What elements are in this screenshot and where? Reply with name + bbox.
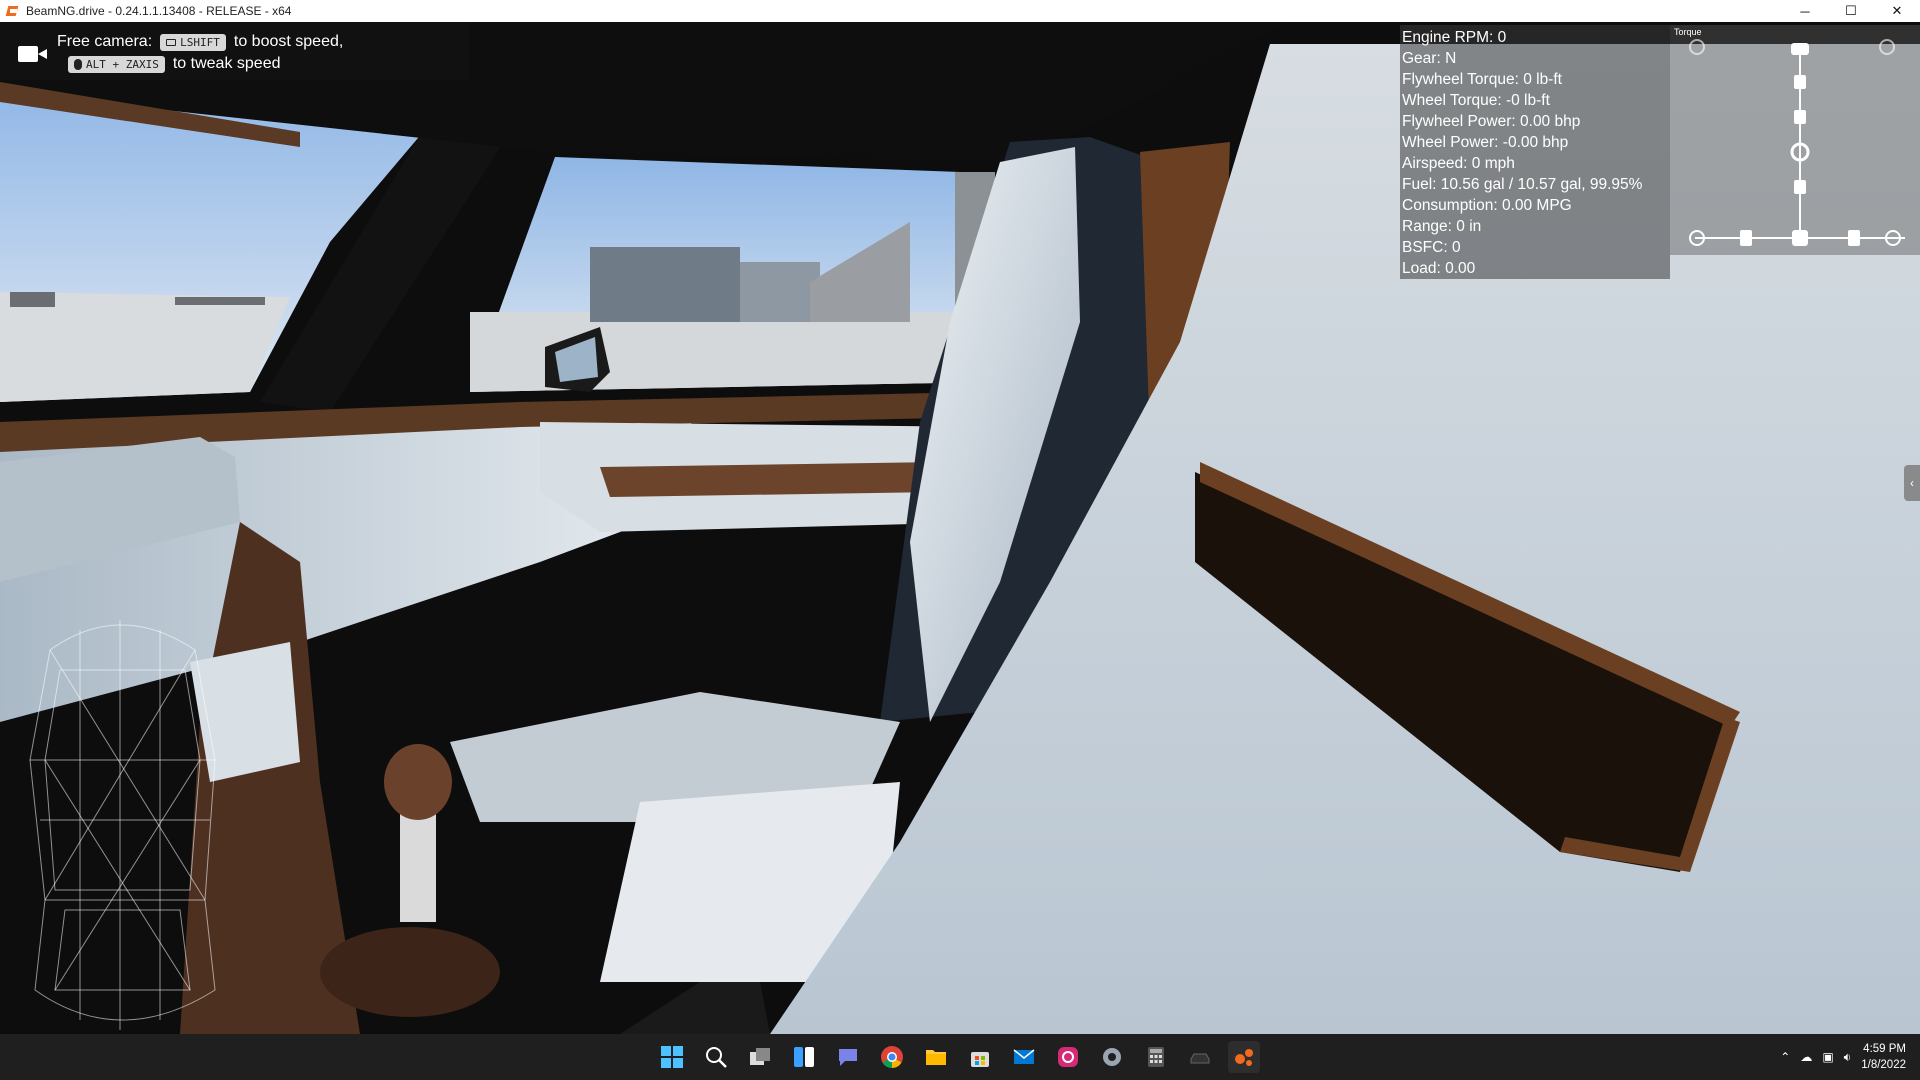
maximize-button[interactable]: ☐ (1828, 0, 1874, 22)
clock-date: 1/8/2022 (1861, 1059, 1906, 1071)
front-right-wheel-icon (1879, 39, 1895, 55)
powertrain-diagram (1689, 39, 1905, 246)
widgets-icon[interactable] (788, 1041, 820, 1073)
file-explorer-icon[interactable] (920, 1041, 952, 1073)
left-halfshaft-icon (1740, 230, 1752, 246)
windows-taskbar: ⌃ ☁ ▣ 🔉︎ 4:59 PM 1/8/2022 (0, 1034, 1920, 1080)
close-button[interactable]: ✕ (1874, 0, 1920, 22)
coupling-icon (1794, 180, 1806, 194)
video-camera-icon (18, 46, 48, 62)
powertrain-title: Torque (1674, 27, 1702, 37)
mouse-icon (74, 58, 82, 70)
free-camera-hint: Free camera: LSHIFT to boost speed, ALT … (0, 22, 470, 80)
engine-telemetry-panel: Engine RPM: 0 Gear: N Flywheel Torque: 0… (1400, 25, 1670, 279)
onedrive-cloud-icon[interactable]: ☁ (1800, 1050, 1812, 1064)
vehicle-beam-visualization (29, 620, 216, 1030)
keyboard-icon (166, 38, 177, 46)
window-title-bar: BeamNG.drive - 0.24.1.1.13408 - RELEASE … (0, 0, 1920, 22)
teams-chat-icon[interactable] (832, 1041, 864, 1073)
clock[interactable]: 4:59 PM 1/8/2022 (1861, 1041, 1906, 1073)
wheel-torque: Wheel Torque: -0 lb-ft (1402, 92, 1550, 109)
network-icon[interactable]: ▣ (1822, 1050, 1833, 1064)
task-view-icon[interactable] (744, 1041, 776, 1073)
instagram-icon[interactable] (1052, 1041, 1084, 1073)
microsoft-store-icon[interactable] (964, 1041, 996, 1073)
side-panel-tab[interactable]: ‹ (1904, 465, 1920, 501)
lshift-key: LSHIFT (160, 33, 226, 51)
bsfc: BSFC: 0 (1402, 239, 1461, 256)
differential-icon (1792, 230, 1808, 246)
windows-start-icon[interactable] (656, 1041, 688, 1073)
chrome-icon[interactable] (876, 1041, 908, 1073)
boost-speed-text: to boost speed, (233, 33, 344, 50)
mail-icon[interactable] (1008, 1041, 1040, 1073)
free-camera-label: Free camera: (57, 33, 153, 50)
clutch-icon (1794, 75, 1806, 89)
volume-icon[interactable]: 🔉︎ (1844, 1050, 1852, 1065)
calculator-icon[interactable] (1140, 1041, 1172, 1073)
engine-icon (1791, 43, 1809, 55)
gearbox-icon (1794, 110, 1806, 124)
front-left-wheel-icon (1689, 39, 1705, 55)
wheel-power: Wheel Power: -0.00 bhp (1402, 134, 1569, 151)
clock-time: 4:59 PM (1863, 1043, 1906, 1055)
settings-icon[interactable] (1096, 1041, 1128, 1073)
engine-rpm: Engine RPM: 0 (1402, 29, 1507, 46)
flywheel-power: Flywheel Power: 0.00 bhp (1402, 113, 1581, 130)
window-title: BeamNG.drive - 0.24.1.1.13408 - RELEASE … (26, 4, 292, 18)
alt-zaxis-key: ALT + ZAXIS (68, 55, 165, 73)
range: Range: 0 in (1402, 218, 1482, 235)
minimize-button[interactable]: ─ (1782, 0, 1828, 22)
fuel: Fuel: 10.56 gal / 10.57 gal, 99.95% (1402, 176, 1643, 193)
airspeed: Airspeed: 0 mph (1402, 155, 1515, 172)
chevron-up-icon[interactable]: ⌃ (1780, 1050, 1790, 1064)
load: Load: 0.00 (1402, 260, 1476, 277)
gear: Gear: N (1402, 50, 1457, 67)
car-app-icon[interactable] (1184, 1041, 1216, 1073)
consumption: Consumption: 0.00 MPG (1402, 197, 1572, 214)
system-tray: ⌃ ☁ ▣ 🔉︎ 4:59 PM 1/8/2022 (1780, 1034, 1906, 1080)
right-halfshaft-icon (1848, 230, 1860, 246)
beamng-app-icon (6, 4, 20, 18)
search-icon[interactable] (700, 1041, 732, 1073)
powertrain-widget[interactable]: Torque (1670, 25, 1920, 255)
flywheel-torque: Flywheel Torque: 0 lb-ft (1402, 71, 1562, 88)
beamng-icon[interactable] (1228, 1041, 1260, 1073)
tweak-speed-text: to tweak speed (172, 55, 281, 72)
